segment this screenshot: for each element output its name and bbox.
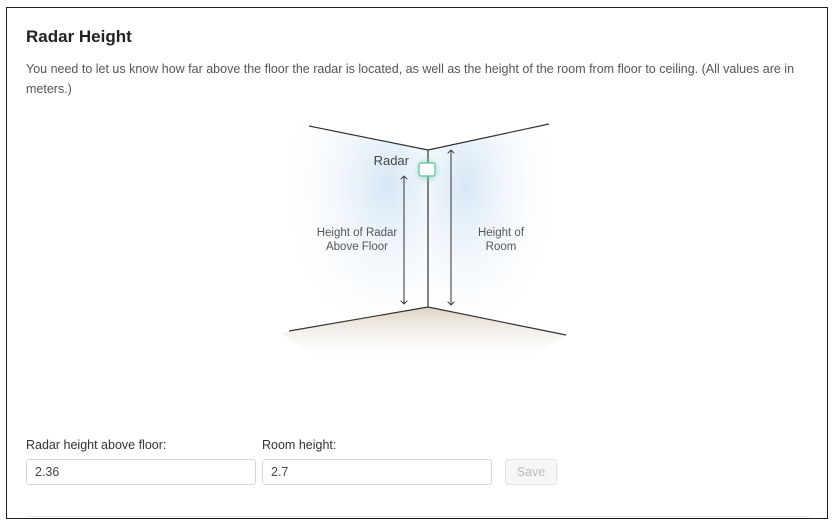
room-height-label: Room height: bbox=[262, 438, 337, 452]
room-height-input[interactable] bbox=[262, 459, 492, 485]
save-button[interactable]: Save bbox=[505, 459, 557, 485]
room-height-label-line2: Room bbox=[486, 241, 517, 253]
radar-height-label-line2: Above Floor bbox=[326, 241, 388, 253]
panel-title: Radar Height bbox=[26, 27, 132, 46]
room-diagram: Radar Height of Radar Above Floor Height… bbox=[281, 123, 567, 363]
radar-height-input[interactable] bbox=[26, 459, 256, 485]
radar-height-panel: Radar Height You need to let us know how… bbox=[6, 7, 828, 519]
divider bbox=[26, 516, 811, 517]
room-height-label-line1: Height of bbox=[478, 227, 525, 239]
radar-device bbox=[418, 162, 436, 177]
radar-height-label: Radar height above floor: bbox=[26, 438, 167, 452]
panel-description: You need to let us know how far above th… bbox=[26, 62, 795, 96]
radar-height-label-line1: Height of Radar bbox=[317, 227, 398, 239]
radar-label: Radar bbox=[374, 153, 410, 168]
